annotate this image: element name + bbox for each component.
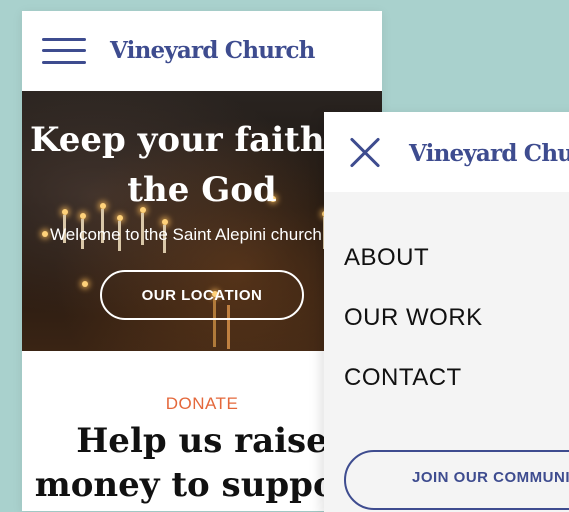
menu-item-about[interactable]: ABOUT <box>344 244 429 272</box>
site-logo-text[interactable]: Vineyard Church <box>110 37 315 64</box>
join-community-button[interactable]: JOIN OUR COMMUNITY <box>344 450 569 510</box>
site-header: Vineyard Church <box>22 11 382 91</box>
join-community-button-label: JOIN OUR COMMUNITY <box>412 469 569 486</box>
menu-item-contact[interactable]: CONTACT <box>344 364 462 392</box>
close-icon[interactable] <box>348 136 382 170</box>
menu-header: Vineyard Church <box>324 112 569 192</box>
menu-item-our-work[interactable]: OUR WORK <box>344 304 483 332</box>
our-location-button-label: OUR LOCATION <box>141 286 263 304</box>
mobile-nav-menu: Vineyard Church ABOUT OUR WORK CONTACT J… <box>324 112 569 512</box>
hero-subtitle: Welcome to the Saint Alepini church <box>50 225 322 244</box>
our-location-button[interactable]: OUR LOCATION <box>100 270 304 320</box>
menu-logo-text[interactable]: Vineyard Church <box>409 140 569 167</box>
hamburger-menu-icon[interactable] <box>42 37 86 65</box>
